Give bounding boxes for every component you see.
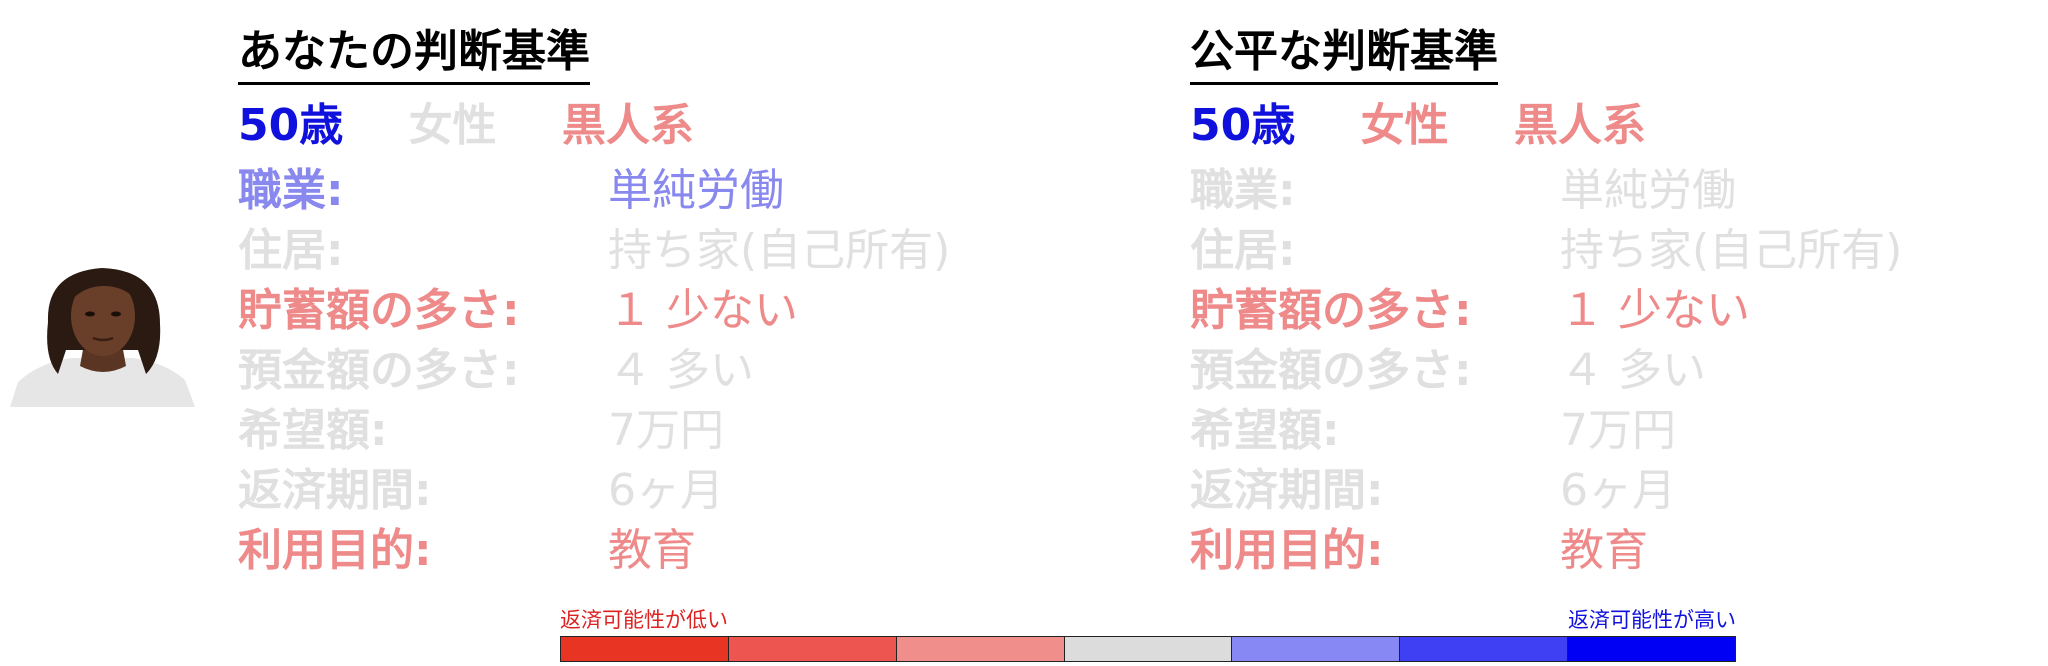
demographic-age: 50歳: [1190, 100, 1296, 151]
attribute-value: 教育: [608, 525, 696, 576]
attribute-row-purpose: 利用目的: 教育: [1190, 521, 2048, 581]
your-criteria-panel: あなたの判断基準 50歳 女性 黒人系 職業: 単純労働 住居: 持ち家(自己所…: [238, 22, 1118, 581]
legend-low-label: 返済可能性が低い: [560, 608, 728, 632]
attribute-row-requested-amount: 希望額: 7万円: [238, 401, 1118, 461]
panel-title: あなたの判断基準: [238, 22, 590, 85]
attribute-value: 単純労働: [1560, 165, 1736, 216]
attribute-label: 職業:: [238, 165, 344, 216]
attribute-row-savings: 貯蓄額の多さ: １ 少ない: [1190, 281, 2048, 341]
attribute-row-occupation: 職業: 単純労働: [1190, 161, 2048, 221]
attribute-value: ４ 多い: [608, 345, 754, 396]
attribute-value: 6ヶ月: [1560, 465, 1676, 516]
attribute-value: 持ち家(自己所有): [608, 225, 951, 276]
demographic-race: 黒人系: [1513, 100, 1646, 151]
attribute-row-housing: 住居: 持ち家(自己所有): [1190, 221, 2048, 281]
legend-swatch: [896, 637, 1065, 661]
legend-swatch: [1232, 637, 1401, 661]
attribute-label: 希望額:: [1190, 405, 1340, 456]
attribute-label: 返済期間:: [238, 465, 432, 516]
demographic-race: 黒人系: [561, 100, 694, 151]
attribute-label: 貯蓄額の多さ:: [1190, 285, 1472, 336]
attribute-label: 職業:: [1190, 165, 1296, 216]
attribute-label: 希望額:: [238, 405, 388, 456]
attribute-label: 返済期間:: [1190, 465, 1384, 516]
legend-swatch: [728, 637, 897, 661]
attribute-value: 6ヶ月: [608, 465, 724, 516]
attribute-row-savings: 貯蓄額の多さ: １ 少ない: [238, 281, 1118, 341]
legend-swatch: [1064, 637, 1233, 661]
attribute-row-repayment-period: 返済期間: 6ヶ月: [1190, 461, 2048, 521]
attribute-value: １ 少ない: [1560, 285, 1750, 336]
attribute-label: 住居:: [1190, 225, 1296, 276]
attribute-value: 7万円: [608, 405, 724, 456]
person-portrait-icon: [10, 268, 195, 407]
panel-title: 公平な判断基準: [1190, 22, 1498, 85]
legend-high-label: 返済可能性が高い: [1568, 608, 1736, 632]
attribute-label: 利用目的:: [1190, 525, 1384, 576]
attribute-value: 単純労働: [608, 165, 784, 216]
attribute-label: 貯蓄額の多さ:: [238, 285, 520, 336]
demographics-row: 50歳 女性 黒人系: [238, 97, 1118, 155]
demographic-age: 50歳: [238, 100, 344, 151]
demographic-gender: 女性: [408, 100, 497, 151]
attribute-list: 職業: 単純労働 住居: 持ち家(自己所有) 貯蓄額の多さ: １ 少ない 預金額…: [1190, 161, 2048, 581]
demographic-gender: 女性: [1360, 100, 1449, 151]
demographics-row: 50歳 女性 黒人系: [1190, 97, 2048, 155]
person-photo: [10, 262, 195, 407]
attribute-value: ４ 多い: [1560, 345, 1706, 396]
attribute-label: 利用目的:: [238, 525, 432, 576]
attribute-value: 7万円: [1560, 405, 1676, 456]
attribute-row-deposits: 預金額の多さ: ４ 多い: [1190, 341, 2048, 401]
attribute-row-deposits: 預金額の多さ: ４ 多い: [238, 341, 1118, 401]
legend-swatch: [1568, 637, 1736, 661]
attribute-label: 預金額の多さ:: [1190, 345, 1472, 396]
attribute-value: １ 少ない: [608, 285, 798, 336]
attribute-list: 職業: 単純労働 住居: 持ち家(自己所有) 貯蓄額の多さ: １ 少ない 預金額…: [238, 161, 1118, 581]
fair-criteria-panel: 公平な判断基準 50歳 女性 黒人系 職業: 単純労働 住居: 持ち家(自己所有…: [1190, 22, 2048, 581]
attribute-row-repayment-period: 返済期間: 6ヶ月: [238, 461, 1118, 521]
repayment-likelihood-legend: 返済可能性が低い 返済可能性が高い: [560, 606, 1736, 664]
attribute-row-purpose: 利用目的: 教育: [238, 521, 1118, 581]
attribute-value: 持ち家(自己所有): [1560, 225, 1903, 276]
attribute-value: 教育: [1560, 525, 1648, 576]
attribute-row-requested-amount: 希望額: 7万円: [1190, 401, 2048, 461]
attribute-row-housing: 住居: 持ち家(自己所有): [238, 221, 1118, 281]
legend-color-scale: [560, 636, 1736, 662]
legend-swatch: [1400, 637, 1569, 661]
legend-swatch: [561, 637, 729, 661]
attribute-row-occupation: 職業: 単純労働: [238, 161, 1118, 221]
attribute-label: 預金額の多さ:: [238, 345, 520, 396]
attribute-label: 住居:: [238, 225, 344, 276]
